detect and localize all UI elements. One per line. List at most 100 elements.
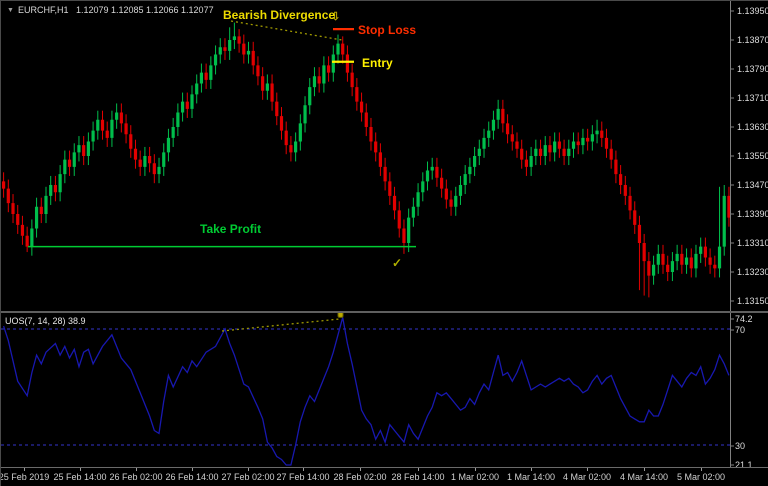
- time-axis-label: 4 Mar 02:00: [563, 472, 611, 482]
- candle-body: [157, 167, 160, 174]
- candle-body: [242, 44, 245, 55]
- candle-body: [558, 142, 561, 149]
- candle-body: [497, 109, 500, 120]
- candle-body: [332, 55, 335, 73]
- candle-body: [454, 196, 457, 207]
- candle-body: [54, 185, 57, 192]
- candle-body: [633, 210, 636, 225]
- take-profit-label[interactable]: Take Profit: [200, 222, 261, 236]
- candle-body: [482, 138, 485, 149]
- indicator-axis[interactable]: 74.2703021.1: [730, 313, 753, 467]
- candle-body: [525, 160, 528, 167]
- candle-body: [115, 113, 118, 120]
- candle-body: [35, 207, 38, 229]
- candle-body: [285, 131, 288, 146]
- candle-body: [162, 152, 165, 167]
- candle-body: [591, 134, 594, 141]
- time-axis-label: 1 Mar 02:00: [451, 472, 499, 482]
- candle-body: [388, 181, 391, 196]
- indicator-axis-label: 21.1: [735, 460, 753, 467]
- candle-body: [657, 254, 660, 265]
- candle-body: [586, 138, 589, 142]
- candle-body: [91, 131, 94, 142]
- candle-body: [101, 120, 104, 131]
- candle-body: [120, 113, 123, 124]
- candle-body: [82, 145, 85, 156]
- candle-body: [195, 84, 198, 95]
- candle-body: [139, 160, 142, 167]
- price-chart-pane[interactable]: 1.139501.138701.137901.137101.136301.135…: [1, 1, 768, 311]
- time-axis-label: 5 Mar 02:00: [677, 472, 725, 482]
- candle-body: [567, 149, 570, 156]
- candle-body: [671, 261, 674, 272]
- candle-body: [313, 76, 316, 87]
- candle-body: [153, 163, 156, 174]
- candle-body: [68, 160, 71, 167]
- candle-body: [275, 102, 278, 117]
- time-axis[interactable]: 25 Feb 201925 Feb 14:0026 Feb 02:0026 Fe…: [1, 468, 768, 486]
- entry-label[interactable]: Entry: [362, 56, 393, 70]
- candle-body: [699, 247, 702, 254]
- indicator-axis-label: 30: [735, 441, 745, 451]
- candle-body: [233, 36, 236, 40]
- price-axis-label: 1.13870: [737, 35, 768, 45]
- candle-body: [515, 142, 518, 149]
- candle-body: [468, 167, 471, 174]
- check-mark-icon: ✓: [392, 256, 402, 270]
- candle-body: [614, 160, 617, 175]
- candle-body: [619, 174, 622, 185]
- price-axis-label: 1.13710: [737, 93, 768, 103]
- price-axis-label: 1.13230: [737, 267, 768, 277]
- candle-body: [346, 55, 349, 73]
- quote-text: EURCHF,H1 1.12079 1.12085 1.12066 1.1207…: [18, 5, 214, 15]
- time-axis-tick: [587, 468, 588, 471]
- indicator-divergence-line[interactable]: [222, 319, 341, 331]
- time-axis-tick: [475, 468, 476, 471]
- time-axis-tick: [24, 468, 25, 471]
- candle-body: [40, 207, 43, 214]
- price-divergence-line[interactable]: [231, 21, 342, 40]
- time-axis-tick: [136, 468, 137, 471]
- price-axis-label: 1.13790: [737, 64, 768, 74]
- candle-body: [336, 44, 339, 55]
- price-axis-label: 1.13950: [737, 6, 768, 16]
- candle-body: [572, 142, 575, 149]
- candle-body: [520, 149, 523, 160]
- candle-body: [605, 138, 608, 149]
- candle-body: [26, 236, 29, 247]
- quote-line[interactable]: ▼ EURCHF,H1 1.12079 1.12085 1.12066 1.120…: [7, 5, 214, 15]
- candle-body: [718, 247, 721, 269]
- indicator-axis-label: 74.2: [735, 314, 753, 324]
- candle-body: [318, 76, 321, 83]
- candle-body: [176, 113, 179, 128]
- candle-body: [30, 229, 33, 247]
- candle-body: [110, 120, 113, 138]
- candle-body: [87, 142, 90, 157]
- candle-body: [148, 156, 151, 163]
- symbol-dropdown-icon[interactable]: ▼: [7, 7, 14, 14]
- time-axis-tick: [360, 468, 361, 471]
- candle-body: [228, 40, 231, 51]
- time-axis-tick: [701, 468, 702, 471]
- candle-body: [327, 65, 330, 72]
- indicator-marker-icon[interactable]: [338, 313, 343, 317]
- indicator-pane[interactable]: 74.2703021.1: [1, 313, 768, 467]
- candle-body: [407, 218, 410, 243]
- candle-body: [652, 265, 655, 276]
- candle-body: [261, 76, 264, 91]
- price-chart-svg[interactable]: 1.139501.138701.137901.137101.136301.135…: [1, 1, 768, 311]
- time-axis-label: 27 Feb 02:00: [221, 472, 274, 482]
- stop-loss-label[interactable]: Stop Loss: [358, 23, 416, 37]
- time-axis-tick: [418, 468, 419, 471]
- candle-body: [379, 152, 382, 167]
- candle-body: [167, 138, 170, 153]
- indicator-svg[interactable]: 74.2703021.1: [1, 313, 768, 467]
- candle-body: [704, 247, 707, 258]
- candle-body: [421, 181, 424, 192]
- price-axis[interactable]: 1.139501.138701.137901.137101.136301.135…: [730, 1, 768, 311]
- candle-body: [360, 102, 363, 113]
- candle-body: [49, 185, 52, 196]
- candle-body: [134, 149, 137, 160]
- bearish-divergence-label[interactable]: Bearish Divergence: [223, 8, 335, 22]
- candle-body: [369, 127, 372, 142]
